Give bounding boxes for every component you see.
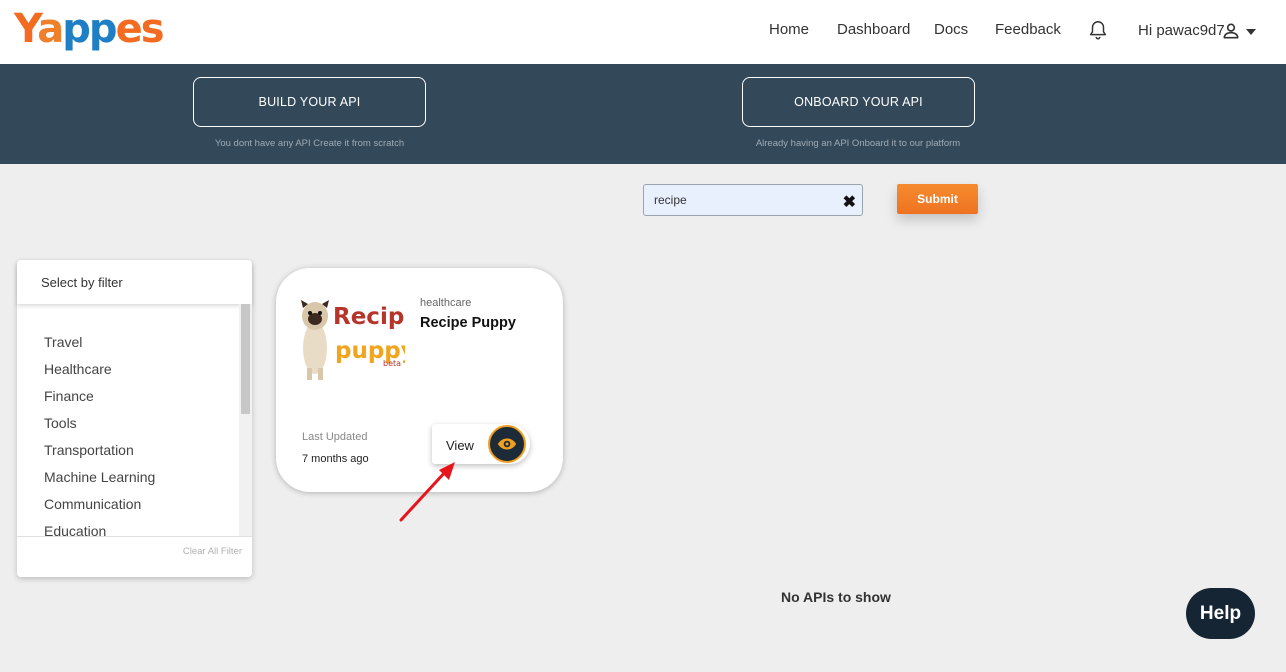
user-icon[interactable] — [1221, 21, 1241, 41]
build-api-label: BUILD YOUR API — [258, 95, 361, 109]
last-updated-label: Last Updated — [302, 431, 368, 443]
help-button[interactable]: Help — [1186, 588, 1255, 639]
submit-button[interactable]: Submit — [897, 184, 978, 214]
last-updated-value: 7 months ago — [302, 453, 369, 465]
clear-search-icon[interactable]: ✖ — [843, 192, 856, 212]
onboard-api-subtext: Already having an API Onboard it to our … — [755, 138, 961, 149]
yappes-logo[interactable]: Yappes — [14, 6, 165, 52]
clear-all-filter-link[interactable]: Clear All Filter — [183, 546, 242, 557]
api-title[interactable]: Recipe Puppy — [420, 315, 516, 331]
onboard-api-button[interactable]: ONBOARD YOUR API — [742, 77, 975, 127]
eye-icon — [497, 438, 517, 450]
build-api-subtext: You dont have any API Create it from scr… — [214, 138, 405, 149]
user-greeting[interactable]: Hi pawac9d7 — [1138, 22, 1225, 39]
nav-feedback[interactable]: Feedback — [995, 21, 1061, 38]
view-label: View — [446, 438, 474, 453]
chevron-down-icon[interactable] — [1246, 29, 1256, 35]
filter-panel: Select by filter Travel Healthcare Finan… — [17, 260, 252, 577]
action-banner: BUILD YOUR API You dont have any API Cre… — [0, 64, 1286, 164]
recipe-puppy-logo: Recipe puppy beta — [297, 286, 405, 384]
filter-item-education[interactable]: Education — [44, 523, 106, 536]
nav-home[interactable]: Home — [769, 21, 809, 38]
logo-letters-es: es — [115, 6, 165, 52]
filter-footer: Clear All Filter — [17, 536, 252, 577]
logo-letter-y: Y — [14, 6, 39, 52]
filter-header: Select by filter — [17, 260, 252, 304]
filter-item-transportation[interactable]: Transportation — [44, 442, 134, 458]
logo-letter-a: a — [37, 6, 64, 52]
filter-item-travel[interactable]: Travel — [44, 334, 82, 350]
build-api-button[interactable]: BUILD YOUR API — [193, 77, 426, 127]
onboard-api-label: ONBOARD YOUR API — [794, 95, 923, 109]
logo-text-recipe: Recipe — [333, 304, 405, 330]
nav-docs[interactable]: Docs — [934, 21, 968, 38]
logo-text-beta: beta — [383, 359, 401, 368]
annotation-arrow-icon — [399, 462, 455, 522]
filter-item-tools[interactable]: Tools — [44, 415, 77, 431]
filter-list[interactable]: Travel Healthcare Finance Tools Transpor… — [17, 308, 252, 536]
filter-item-healthcare[interactable]: Healthcare — [44, 361, 112, 377]
filter-item-finance[interactable]: Finance — [44, 388, 94, 404]
eye-icon-button[interactable] — [488, 425, 526, 463]
search-input[interactable] — [644, 185, 824, 215]
filter-item-communication[interactable]: Communication — [44, 496, 141, 512]
top-navbar: Yappes Home Dashboard Docs Feedback Hi p… — [0, 0, 1286, 64]
filter-title: Select by filter — [41, 275, 123, 290]
filter-item-machine-learning[interactable]: Machine Learning — [44, 469, 155, 485]
empty-results-text: No APIs to show — [781, 589, 891, 605]
api-category: healthcare — [420, 297, 472, 309]
bell-icon[interactable] — [1087, 19, 1109, 41]
search-box: ✖ — [643, 184, 863, 216]
nav-dashboard[interactable]: Dashboard — [837, 21, 910, 38]
filter-scrollbar-thumb[interactable] — [241, 304, 250, 414]
logo-letters-pp: pp — [62, 6, 117, 52]
